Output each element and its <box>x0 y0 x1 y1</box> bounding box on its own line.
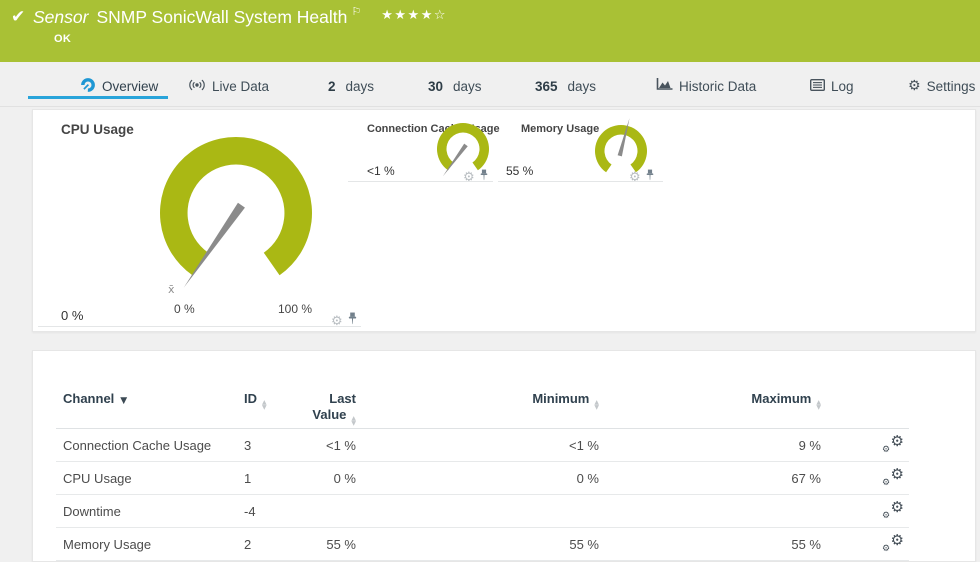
page-title: SNMP SonicWall System Health <box>96 7 347 28</box>
tab-365-days-number: 365 <box>535 79 558 94</box>
cpu-gauge[interactable] <box>141 118 331 308</box>
broadcast-icon <box>188 78 206 95</box>
tab-settings[interactable]: ⚙ Settings <box>908 75 975 97</box>
prtg-sensor-page: ✔ Sensor SNMP SonicWall System Health ⚐ … <box>0 0 980 562</box>
column-header-maximum[interactable]: Maximum▲▼ <box>599 391 821 409</box>
tab-historic-data[interactable]: Historic Data <box>656 75 756 97</box>
table-row-cpu[interactable]: CPU Usage 1 0 % 0 % 67 % ⚙⚙ <box>56 462 909 495</box>
channels-panel: Channel▼ ID▲▼ LastValue▲▼ Minimum▲▼ Maxi… <box>32 350 976 562</box>
star-empty[interactable]: ☆ <box>434 8 447 23</box>
cpu-pin-icon[interactable] <box>347 312 358 330</box>
channel-table: Channel▼ ID▲▼ LastValue▲▼ Minimum▲▼ Maxi… <box>56 391 909 561</box>
tab-live-data[interactable]: Live Data <box>188 75 269 97</box>
connection-tile-actions: ⚙ <box>463 168 489 186</box>
cpu-gauge-title: CPU Usage <box>61 122 134 137</box>
sort-desc-icon: ▼ <box>120 396 127 406</box>
cpu-scale-max-label: 100 % <box>278 302 312 316</box>
connection-pin-icon[interactable] <box>479 168 489 186</box>
column-header-last-value[interactable]: LastValue▲▼ <box>301 391 356 425</box>
connection-tile-divider <box>348 181 493 182</box>
log-list-icon <box>810 79 825 94</box>
table-header-row: Channel▼ ID▲▼ LastValue▲▼ Minimum▲▼ Maxi… <box>56 391 909 429</box>
cell-id: -4 <box>241 503 301 519</box>
sort-icon: ▲▼ <box>262 400 267 410</box>
cell-channel: Connection Cache Usage <box>56 437 241 453</box>
table-row-connection-cache[interactable]: Connection Cache Usage 3 <1 % <1 % 9 % ⚙… <box>56 429 909 462</box>
tab-30-days-label: days <box>453 79 482 94</box>
channel-settings-icon[interactable]: ⚙⚙ <box>882 434 904 454</box>
sort-icon: ▲▼ <box>816 400 821 410</box>
cell-maximum: 67 % <box>599 470 821 486</box>
active-tab-underline <box>28 96 168 99</box>
column-header-id[interactable]: ID▲▼ <box>241 391 301 409</box>
tab-30-days[interactable]: 30 days <box>428 75 482 97</box>
cell-last-value: 0 % <box>301 470 356 486</box>
sensor-title-line: Sensor SNMP SonicWall System Health ⚐ ★★… <box>33 7 447 28</box>
status-ok-check-icon: ✔ <box>11 7 25 27</box>
sort-icon: ▲▼ <box>594 400 599 410</box>
memory-tile-divider <box>498 181 663 182</box>
stars-filled[interactable]: ★★★★ <box>381 8 434 23</box>
cpu-current-value: 0 % <box>61 308 83 323</box>
channel-settings-icon[interactable]: ⚙⚙ <box>882 467 904 487</box>
cell-channel: Memory Usage <box>56 536 241 552</box>
column-header-channel[interactable]: Channel▼ <box>56 391 241 406</box>
column-header-minimum[interactable]: Minimum▲▼ <box>356 391 599 409</box>
cell-id: 1 <box>241 470 301 486</box>
cell-id: 3 <box>241 437 301 453</box>
tab-log-label: Log <box>831 79 854 94</box>
sort-icon: ▲▼ <box>351 416 356 426</box>
channel-settings-icon[interactable]: ⚙⚙ <box>882 533 904 553</box>
cpu-scale-min-label: 0 % <box>174 302 195 316</box>
gear-icon: ⚙ <box>908 79 921 93</box>
tab-bar: Overview Live Data 2 days 30 days <box>0 62 980 107</box>
table-row-memory[interactable]: Memory Usage 2 55 % 55 % 55 % ⚙⚙ <box>56 528 909 561</box>
tab-365-days-label: days <box>568 79 597 94</box>
tab-live-data-label: Live Data <box>212 79 269 94</box>
cell-id: 2 <box>241 536 301 552</box>
tab-2-days-label: days <box>346 79 375 94</box>
cell-last-value <box>301 511 356 512</box>
tab-30-days-number: 30 <box>428 79 443 94</box>
cell-minimum: 55 % <box>356 536 599 552</box>
memory-tile-actions: ⚙ <box>629 168 655 186</box>
sensor-header: ✔ Sensor SNMP SonicWall System Health ⚐ … <box>0 0 980 62</box>
cell-maximum: 55 % <box>599 536 821 552</box>
connection-current-value: <1 % <box>367 164 395 178</box>
tab-2-days[interactable]: 2 days <box>328 75 374 97</box>
gauge-icon <box>80 77 96 96</box>
area-chart-icon <box>656 78 673 94</box>
tab-365-days[interactable]: 365 days <box>535 75 596 97</box>
object-kind-label: Sensor <box>33 7 88 28</box>
memory-gauge-needle <box>618 118 632 157</box>
cpu-tile-actions: ⚙ <box>331 312 358 330</box>
cell-last-value: 55 % <box>301 536 356 552</box>
tab-overview-label: Overview <box>102 79 158 94</box>
tab-log[interactable]: Log <box>810 75 854 97</box>
cell-minimum: 0 % <box>356 470 599 486</box>
cell-last-value: <1 % <box>301 437 356 453</box>
cell-channel: Downtime <box>56 503 241 519</box>
tab-settings-label: Settings <box>927 79 976 94</box>
channel-settings-icon[interactable]: ⚙⚙ <box>882 500 904 520</box>
cell-minimum <box>356 511 599 512</box>
cpu-average-marker: x̄ <box>168 283 175 296</box>
cell-channel: CPU Usage <box>56 470 241 486</box>
tab-historic-data-label: Historic Data <box>679 79 756 94</box>
memory-pin-icon[interactable] <box>645 168 655 186</box>
priority-stars[interactable]: ★★★★☆ <box>381 7 447 23</box>
table-row-downtime[interactable]: Downtime -4 ⚙⚙ <box>56 495 909 528</box>
gauges-panel: CPU Usage x̄ 0 % 100 % 0 % ⚙ Connection … <box>32 109 976 332</box>
status-badge: OK <box>54 33 71 45</box>
cell-minimum: <1 % <box>356 437 599 453</box>
priority-flag-icon[interactable]: ⚐ <box>351 5 361 18</box>
cpu-tile-divider <box>38 326 361 327</box>
tab-2-days-number: 2 <box>328 79 336 94</box>
memory-current-value: 55 % <box>506 164 533 178</box>
tab-overview[interactable]: Overview <box>80 75 158 97</box>
cell-maximum <box>599 511 821 512</box>
cell-maximum: 9 % <box>599 437 821 453</box>
